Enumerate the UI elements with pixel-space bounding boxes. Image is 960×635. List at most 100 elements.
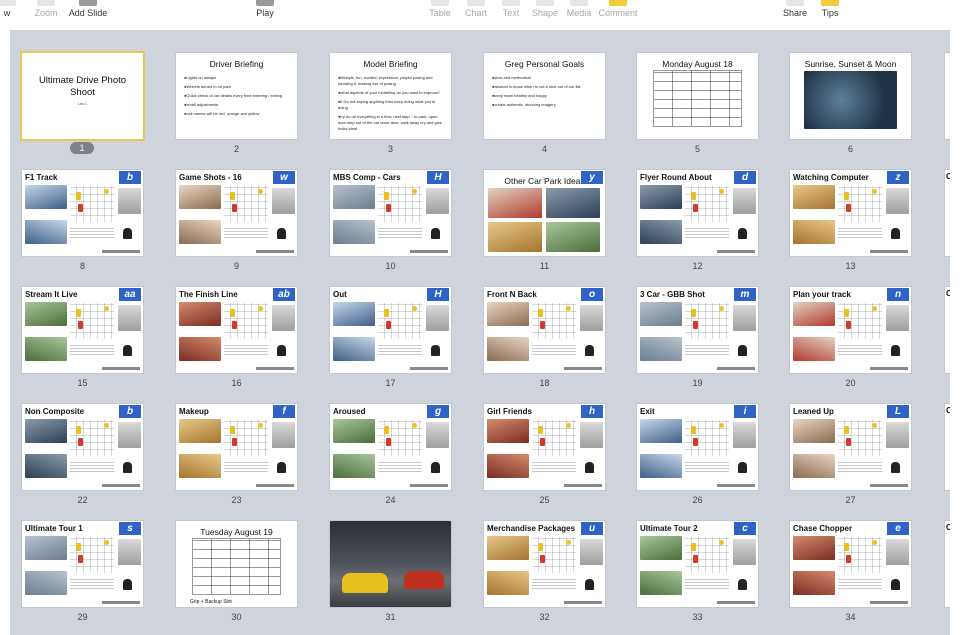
light-marker [872,423,877,428]
shot-notes [532,460,576,474]
table-button[interactable]: Table [425,0,455,30]
car-marker [540,555,545,563]
partial-slide-thumbnail[interactable]: C [945,404,950,490]
view-button[interactable]: w [0,0,20,30]
slide-photo [546,222,600,252]
zoom-icon [37,0,55,6]
slide-thumbnail[interactable]: Monday August 18 [637,53,758,139]
car-marker [78,204,83,212]
slide-photo [179,220,221,244]
slide-thumbnail[interactable]: MBS Comp - Cars H [330,170,451,256]
car-marker [844,192,849,200]
slide-navigator[interactable]: Ultimate Drive Photo Shoot Les L 1 Driver B… [10,30,950,635]
car-marker [846,321,851,329]
play-button[interactable]: Play [250,0,280,30]
slide-caption: Grip + Backup Slot [190,599,232,605]
partial-slide-thumbnail[interactable] [945,53,950,139]
slide-thumbnail[interactable]: Driver Briefing Lights on always Wheels tu… [176,53,297,139]
reference-photo [426,188,449,214]
slide-thumbnail[interactable] [330,521,451,607]
car-marker [844,426,849,434]
media-button[interactable]: Media [563,0,595,30]
person-silhouette [738,345,747,356]
slide-number: 20 [845,378,856,388]
slide-number: 13 [845,261,856,271]
slide-title: Ultimate Tour 2 [640,524,698,533]
slide-thumbnail[interactable]: F1 Track b [22,170,143,256]
slide-title: Out [333,290,347,299]
slide-photo [487,571,529,595]
add-slide-button[interactable]: Add Slide [66,0,110,30]
light-marker [872,540,877,545]
reference-photo [118,188,141,214]
slide-thumbnail[interactable]: Makeup f [176,404,297,490]
comment-button[interactable]: Comment [598,0,638,30]
slide-thumbnail[interactable]: Flyer Round About d [637,170,758,256]
table-icon [431,0,449,6]
slide-thumbnail[interactable]: Girl Friends h [484,404,605,490]
slide-thumbnail[interactable]: Front N Back o [484,287,605,373]
slide-thumbnail[interactable]: Merchandise Packages u [484,521,605,607]
slide-code-badge: aa [119,288,141,301]
car-marker [76,192,81,200]
partial-slide-thumbnail[interactable]: C [945,287,950,373]
slide-thumbnail[interactable]: Sunrise, Sunset & Moon [790,53,911,139]
shape-button[interactable]: Shape [529,0,561,30]
slide-photo [793,419,835,443]
light-marker [719,189,724,194]
reference-photo [118,422,141,448]
slide-thumbnail[interactable]: Out H [330,287,451,373]
slide-thumbnail[interactable]: Greg Personal Goals slow and methodical wi… [484,53,605,139]
car-marker [78,555,83,563]
slide-title: 3 Car - GBB Shot [640,290,705,299]
slide-photo [25,571,67,595]
person-silhouette [738,462,747,473]
slide-thumbnail[interactable]: 3 Car - GBB Shot m [637,287,758,373]
chart-button[interactable]: Chart [461,0,491,30]
slide-thumbnail[interactable]: The Finish Line ab [176,287,297,373]
reference-photo [272,305,295,331]
slide-photo [640,419,682,443]
slide-code-badge: b [119,405,141,418]
slide-thumbnail[interactable]: Non Composite b [22,404,143,490]
light-marker [104,423,109,428]
slide-thumbnail[interactable]: Ultimate Tour 1 s [22,521,143,607]
bullet-item: wisdom to know when to cut a shot out of… [492,84,599,90]
bullet-item: slow and methodical [492,75,599,81]
slide-title: Ultimate Drive Photo Shoot [38,75,127,98]
slide-footer [564,367,602,370]
slide-thumbnail[interactable]: Ultimate Drive Photo Shoot Les L [22,53,143,139]
partial-slide-thumbnail[interactable]: C [945,521,950,607]
car-marker [78,321,83,329]
share-button[interactable]: Share [780,0,810,30]
slide-thumbnail[interactable]: Plan your track n [790,287,911,373]
slide-thumbnail[interactable]: Chase Chopper e [790,521,911,607]
reference-photo [580,305,603,331]
partial-slide-thumbnail[interactable]: C [945,170,950,256]
slide-number: 5 [694,144,700,154]
slide-thumbnail[interactable]: Ultimate Tour 2 c [637,521,758,607]
slide-thumbnail[interactable]: Exit i [637,404,758,490]
slide-photo [640,185,682,209]
light-marker [258,423,263,428]
slide-title: Greg Personal Goals [504,59,585,69]
slide-thumbnail[interactable]: Game Shots - 16 w [176,170,297,256]
slide-thumbnail[interactable]: Stream It Live aa [22,287,143,373]
slide-thumbnail[interactable]: Leaned Up L [790,404,911,490]
slide-thumbnail[interactable]: Model Briefing lifestyle, fun, excited, e… [330,53,451,139]
light-marker [566,423,571,428]
slide-thumbnail[interactable]: Tuesday August 19 Grip + Backup Slot [176,521,297,607]
slide-thumbnail[interactable]: Watching Computer z [790,170,911,256]
slide-photo [25,536,67,560]
slide-code-badge: g [427,405,449,418]
bullet-list: slow and methodical wisdom to know when t… [492,75,599,111]
shot-notes [685,577,729,591]
slide-thumbnail[interactable]: Aroused g [330,404,451,490]
slide-photo [333,185,375,209]
slide-thumbnail[interactable]: Other Car Park Ideas y [484,170,605,256]
slide-number: 17 [385,378,396,388]
text-button[interactable]: Text [496,0,526,30]
view-icon [0,0,16,6]
tips-button[interactable]: Tips [815,0,845,30]
zoom-button[interactable]: Zoom [30,0,62,30]
